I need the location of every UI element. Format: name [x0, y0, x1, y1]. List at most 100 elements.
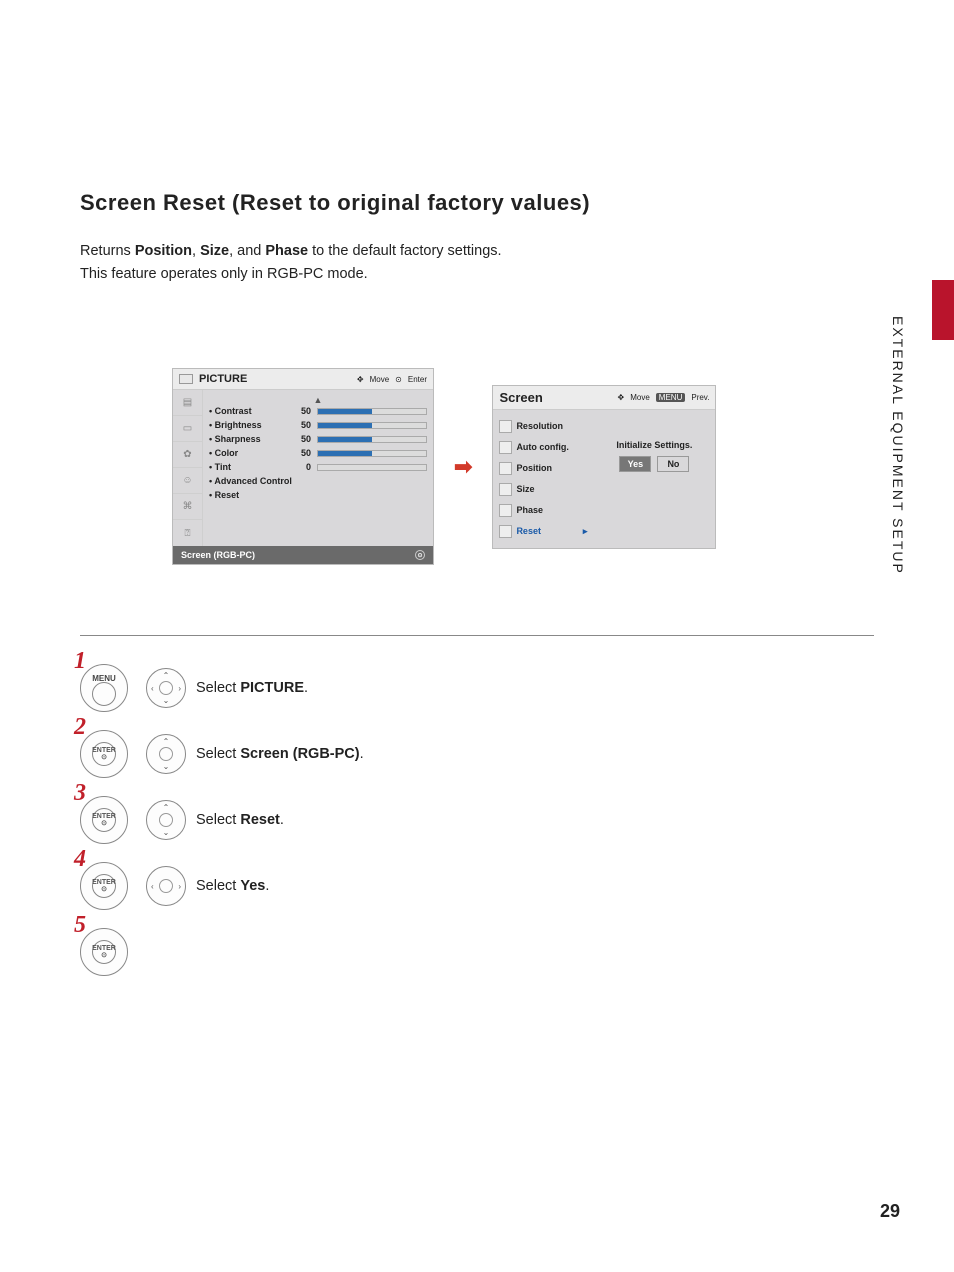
osd-picture-title: PICTURE — [199, 373, 247, 385]
tv-icon — [179, 374, 193, 384]
prev-label: Prev. — [691, 393, 709, 402]
step-number: 3 — [74, 780, 86, 807]
step-3-post: . — [280, 812, 284, 828]
autoconfig-icon — [499, 441, 512, 454]
contrast-bar — [317, 408, 427, 415]
osd-picture-panel: PICTURE ✥ Move ⊙ Enter ▤ ▭ ✿ ☺ ⌘ ⍰ ▲ — [172, 368, 434, 565]
phase-icon — [499, 504, 512, 517]
step-5: 5 ENTER⊙ — [80, 928, 874, 976]
osd-screen-header: Screen ✥ Move MENU Prev. — [493, 386, 715, 410]
move-icon: ✥ — [618, 393, 625, 402]
row-tint: • Tint 0 — [209, 460, 427, 474]
step-2-text: Select Screen (RGB-PC). — [196, 746, 364, 762]
chevron-right-icon: ▸ — [583, 526, 588, 537]
item-phase: Phase — [493, 500, 593, 521]
init-settings-label: Initialize Settings. — [599, 440, 709, 450]
step-3-text: Select Reset. — [196, 812, 284, 828]
screen-menu-list: Resolution Auto config. Position Size Ph… — [493, 410, 593, 548]
step-4-text: Select Yes. — [196, 878, 269, 894]
step-number: 1 — [74, 648, 86, 675]
enter-dot-icon: ⊙ — [101, 754, 107, 761]
brightness-value: 50 — [293, 420, 311, 430]
dpad-up-icon: ⌃ — [163, 737, 170, 746]
intro-line-2: This feature operates only in RGB-PC mod… — [80, 263, 874, 286]
move-label: Move — [370, 375, 390, 384]
row-color: • Color 50 — [209, 446, 427, 460]
dpad-left-icon: ‹ — [151, 882, 154, 891]
reset-icon — [499, 525, 512, 538]
position-icon — [499, 462, 512, 475]
tint-label: • Tint — [209, 462, 287, 472]
item-resolution: Resolution — [493, 416, 593, 437]
step-4-post: . — [265, 878, 269, 894]
enter-button-label: ENTER — [92, 879, 116, 886]
sharpness-label: • Sharpness — [209, 434, 287, 444]
no-button[interactable]: No — [657, 456, 689, 472]
enter-dot-icon: ⊙ — [101, 886, 107, 893]
tab-icon-6: ⍰ — [173, 520, 203, 546]
reset-label: Reset — [516, 526, 541, 536]
move-icon: ✥ — [357, 375, 364, 384]
intro-b2: Size — [200, 243, 229, 259]
enter-button-label: ENTER — [92, 813, 116, 820]
position-label: Position — [516, 463, 552, 473]
dpad-left-icon: ‹ — [151, 684, 154, 693]
intro-post: to the default factory settings. — [308, 243, 501, 259]
enter-button-label: ENTER — [92, 945, 116, 952]
dpad-4way: ⌃ ⌄ ‹ › — [146, 668, 186, 708]
brightness-bar — [317, 422, 427, 429]
color-bar — [317, 450, 427, 457]
row-brightness: • Brightness 50 — [209, 418, 427, 432]
tab-icon-2: ▭ — [173, 416, 203, 442]
intro-pre: Returns — [80, 243, 135, 259]
step-2-bold: Screen (RGB-PC) — [240, 746, 359, 762]
sharpness-value: 50 — [293, 434, 311, 444]
arrow-right-icon: ➡ — [454, 454, 472, 480]
resolution-label: Resolution — [516, 421, 563, 431]
autoconfig-label: Auto config. — [516, 442, 569, 452]
dpad-leftright: ‹ › — [146, 866, 186, 906]
row-advanced: • Advanced Control — [209, 474, 427, 488]
enter-dot-icon: ⊙ — [101, 952, 107, 959]
yes-button[interactable]: Yes — [619, 456, 651, 472]
osd-picture-header: PICTURE ✥ Move ⊙ Enter — [173, 369, 433, 390]
osd-sidebar-tabs: ▤ ▭ ✿ ☺ ⌘ ⍰ — [173, 390, 203, 546]
reset-label: • Reset — [209, 490, 239, 500]
intro-sep1: , — [192, 243, 200, 259]
resolution-icon — [499, 420, 512, 433]
divider-line — [80, 635, 874, 636]
item-size: Size — [493, 479, 593, 500]
page-heading: Screen Reset (Reset to original factory … — [80, 190, 874, 216]
size-label: Size — [516, 484, 534, 494]
item-position: Position — [493, 458, 593, 479]
osd-screen-panel: Screen ✥ Move MENU Prev. Resolution Auto… — [492, 385, 716, 549]
menu-badge: MENU — [656, 393, 686, 402]
osd-footer-label: Screen (RGB-PC) — [181, 550, 255, 560]
row-sharpness: • Sharpness 50 — [209, 432, 427, 446]
enter-label: Enter — [408, 375, 427, 384]
dpad-down-icon: ⌄ — [163, 762, 170, 771]
row-contrast: • Contrast 50 — [209, 404, 427, 418]
phase-label: Phase — [516, 505, 543, 515]
menu-button-label: MENU — [92, 674, 116, 683]
scroll-up-icon: ▲ — [209, 396, 427, 404]
step-2: 2 ENTER⊙ ⌃ ⌄ Select Screen (RGB-PC). — [80, 730, 874, 778]
screen-right-pane: Initialize Settings. Yes No — [593, 410, 715, 548]
tint-value: 0 — [293, 462, 311, 472]
item-autoconfig: Auto config. — [493, 437, 593, 458]
step-3-bold: Reset — [240, 812, 280, 828]
osd-screen-title: Screen — [499, 390, 542, 405]
dpad-right-icon: › — [178, 684, 181, 693]
tab-icon-5: ⌘ — [173, 494, 203, 520]
step-1-pre: Select — [196, 680, 240, 696]
color-value: 50 — [293, 448, 311, 458]
enter-remote-button: ENTER⊙ — [80, 796, 128, 844]
move-label: Move — [630, 393, 650, 402]
step-1-text: Select PICTURE. — [196, 680, 308, 696]
section-title-vertical: EXTERNAL EQUIPMENT SETUP — [890, 316, 906, 575]
contrast-label: • Contrast — [209, 406, 287, 416]
dpad-up-icon: ⌃ — [163, 803, 170, 812]
osd-row: PICTURE ✥ Move ⊙ Enter ▤ ▭ ✿ ☺ ⌘ ⍰ ▲ — [172, 368, 874, 565]
page-number: 29 — [880, 1201, 900, 1222]
step-1-post: . — [304, 680, 308, 696]
